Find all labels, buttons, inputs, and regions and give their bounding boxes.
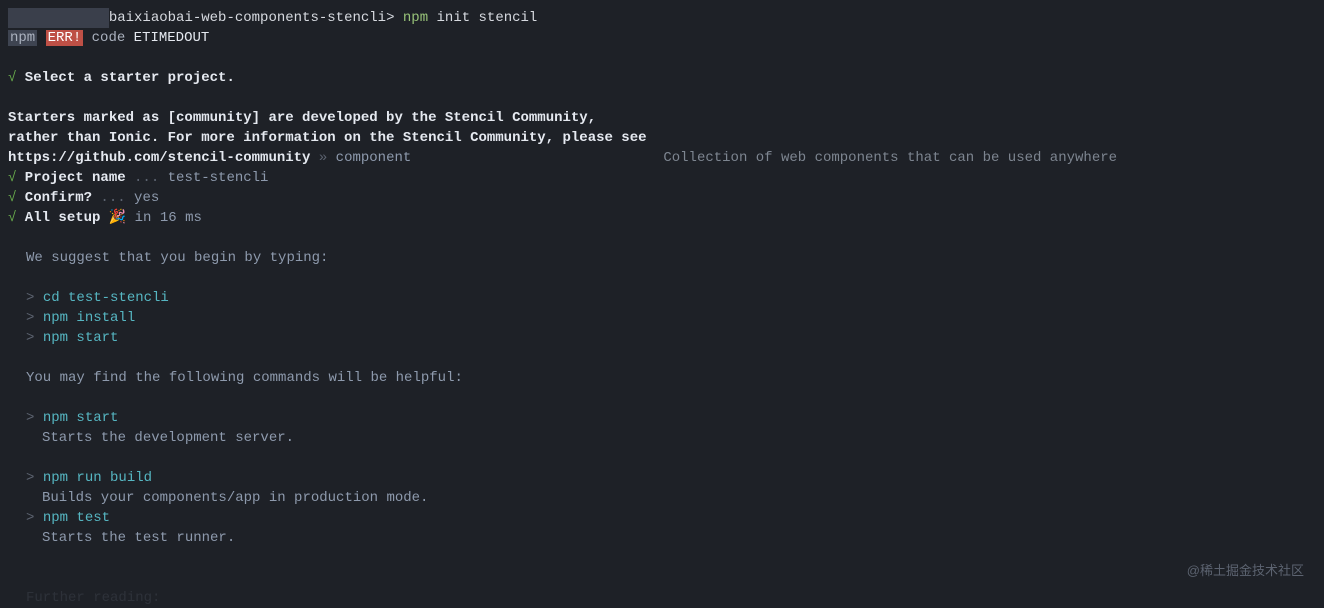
confirm-line: √ Confirm? ... yes [8,188,1316,208]
err-badge: ERR! [46,30,84,46]
cmd-start2-line: > npm start [8,408,1316,428]
test-desc-line: Starts the test runner. [8,528,1316,548]
helpful-line: You may find the following commands will… [8,368,1316,388]
npm-error-line: npm ERR! code ETIMEDOUT [8,28,1316,48]
project-name-line: √ Project name ... test-stencli [8,168,1316,188]
cmd-cd-line: > cd test-stencli [8,288,1316,308]
npm-badge: npm [8,30,37,46]
cmd-test-line: > npm test [8,508,1316,528]
cmd-build-line: > npm run build [8,468,1316,488]
starters-info-1: Starters marked as [community] are devel… [8,108,1316,128]
watermark: @稀土掘金技术社区 [1187,561,1304,581]
starters-info-2: rather than Ionic. For more information … [8,128,1316,148]
prompt-line: baixiaobai-web-components-stencli> npm i… [8,8,1316,28]
build-desc-line: Builds your components/app in production… [8,488,1316,508]
cmd-start-line: > npm start [8,328,1316,348]
select-starter-line: √ Select a starter project. [8,68,1316,88]
confetti-icon: 🎉 [100,210,134,226]
cmd-install-line: > npm install [8,308,1316,328]
suggest-line: We suggest that you begin by typing: [8,248,1316,268]
terminal-output[interactable]: baixiaobai-web-components-stencli> npm i… [8,8,1316,608]
start-desc-line: Starts the development server. [8,428,1316,448]
further-reading-line: Further reading: [8,588,1316,608]
redacted-segment [8,8,109,28]
starters-url-line: https://github.com/stencil-community » c… [8,148,1316,168]
all-setup-line: √ All setup 🎉 in 16 ms [8,208,1316,228]
